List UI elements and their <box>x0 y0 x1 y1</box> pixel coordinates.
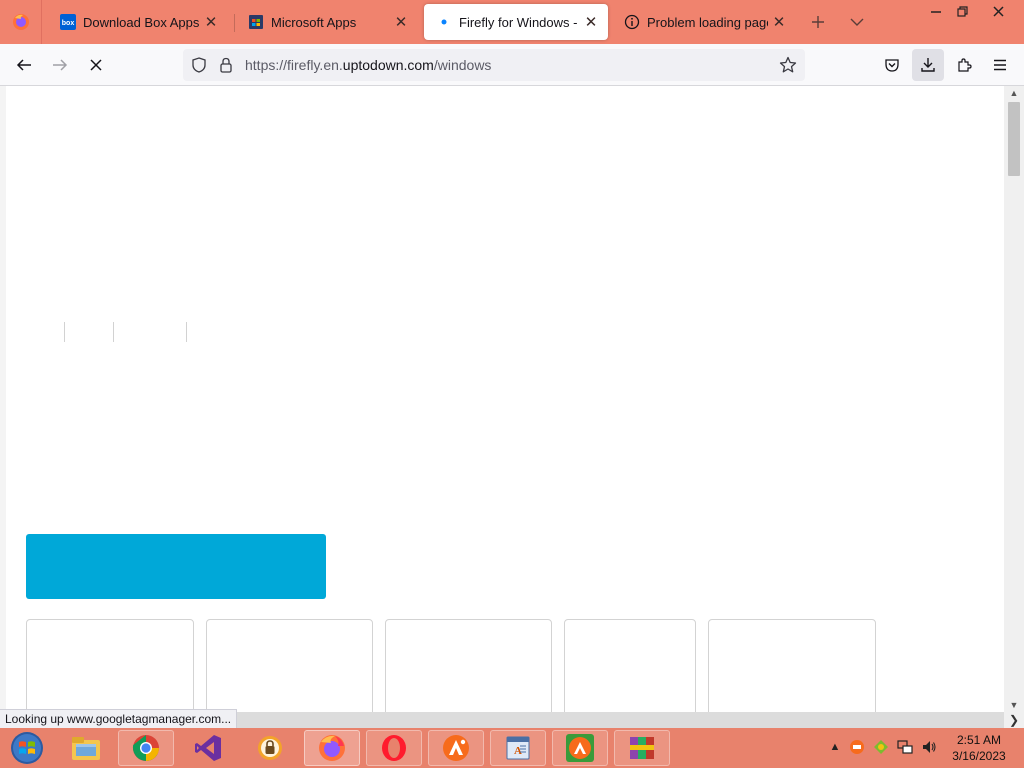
tab-problem-loading[interactable]: Problem loading page ✕ <box>612 4 796 40</box>
winrar-icon[interactable] <box>614 730 670 766</box>
vertical-scrollbar[interactable]: ▲ ▼ <box>1004 86 1024 712</box>
opera-icon[interactable] <box>366 730 422 766</box>
app-card[interactable] <box>708 619 876 712</box>
avast-tray-icon[interactable] <box>848 738 866 756</box>
divider <box>186 322 187 342</box>
app-card[interactable] <box>206 619 373 712</box>
back-icon[interactable] <box>8 49 40 81</box>
tab-microsoft-apps[interactable]: Microsoft Apps ✕ <box>236 4 418 40</box>
clock-date: 3/16/2023 <box>952 749 1006 763</box>
loading-dot-icon <box>436 14 452 30</box>
status-panel: Looking up www.googletagmanager.com... <box>0 709 238 729</box>
system-clock[interactable]: 2:51 AM 3/16/2023 <box>948 732 1010 764</box>
close-tab-icon[interactable]: ✕ <box>580 11 602 33</box>
chrome-icon[interactable] <box>118 730 174 766</box>
taskbar: A ▲ 2:51 AM 3/16/2023 <box>0 728 1024 768</box>
tab-box-apps[interactable]: box Download Box Apps On ✕ <box>48 4 228 40</box>
tab-strip: box Download Box Apps On ✕ Microsoft App… <box>0 0 1024 44</box>
vpn-lock-icon[interactable] <box>242 730 298 766</box>
firefox-menu-icon[interactable] <box>0 0 42 44</box>
app-card[interactable] <box>385 619 552 712</box>
navigation-toolbar: https://firefly.en.uptodown.com/windows <box>0 44 1024 86</box>
tab-firefly[interactable]: Firefly for Windows - Do ✕ <box>424 4 608 40</box>
download-button[interactable] <box>26 534 326 599</box>
url-bar[interactable]: https://firefly.en.uptodown.com/windows <box>183 49 805 81</box>
page-content <box>0 86 1004 712</box>
extensions-icon[interactable] <box>948 49 980 81</box>
clock-time: 2:51 AM <box>956 733 1002 747</box>
app-card[interactable] <box>564 619 696 712</box>
tracking-protection-shield-icon[interactable] <box>191 57 207 78</box>
pocket-icon[interactable] <box>876 49 908 81</box>
scroll-up-arrow-icon[interactable]: ▲ <box>1004 86 1024 100</box>
box-icon: box <box>60 14 76 30</box>
scroll-down-arrow-icon[interactable]: ▼ <box>1004 698 1024 712</box>
url-text: https://firefly.en.uptodown.com/windows <box>245 57 492 73</box>
volume-icon[interactable] <box>920 738 938 756</box>
restore-icon[interactable] <box>944 0 980 22</box>
divider <box>64 322 65 342</box>
tab-title: Microsoft Apps <box>271 14 357 30</box>
app-menu-icon[interactable] <box>984 49 1016 81</box>
show-hidden-icons-icon[interactable]: ▲ <box>826 738 844 756</box>
list-all-tabs-icon[interactable] <box>843 8 871 36</box>
close-tab-icon[interactable]: ✕ <box>390 11 412 33</box>
tab-title: Problem loading page <box>647 14 768 30</box>
scroll-right-arrow-icon[interactable]: ❯ <box>1004 712 1024 728</box>
info-icon <box>624 14 640 30</box>
new-tab-icon[interactable] <box>804 8 832 36</box>
tab-title: Download Box Apps On <box>83 14 200 30</box>
close-tab-icon[interactable]: ✕ <box>200 11 222 33</box>
padlock-icon[interactable] <box>219 57 233 78</box>
svg-text:box: box <box>62 20 75 27</box>
page-left-edge <box>0 86 6 712</box>
bookmark-star-icon[interactable] <box>779 56 797 79</box>
downloads-icon[interactable] <box>912 49 944 81</box>
tab-separator <box>234 14 235 32</box>
scrollbar-thumb[interactable] <box>1008 102 1020 176</box>
app-card[interactable] <box>26 619 194 712</box>
avast-icon[interactable] <box>428 730 484 766</box>
microsoft-store-icon <box>248 14 264 30</box>
svg-text:A: A <box>514 745 522 757</box>
network-icon[interactable] <box>896 738 914 756</box>
firefox-icon[interactable] <box>304 730 360 766</box>
start-button-icon[interactable] <box>4 729 50 767</box>
stop-loading-icon[interactable] <box>80 49 112 81</box>
tab-title: Firefly for Windows - Do <box>459 14 580 30</box>
wordpad-icon[interactable]: A <box>490 730 546 766</box>
close-window-icon[interactable] <box>980 0 1016 22</box>
security-tray-icon[interactable] <box>872 738 890 756</box>
visual-studio-icon[interactable] <box>180 730 236 766</box>
avast-secureline-icon[interactable] <box>552 730 608 766</box>
file-explorer-icon[interactable] <box>58 730 114 766</box>
forward-icon[interactable] <box>44 49 76 81</box>
close-tab-icon[interactable]: ✕ <box>768 11 790 33</box>
divider <box>113 322 114 342</box>
